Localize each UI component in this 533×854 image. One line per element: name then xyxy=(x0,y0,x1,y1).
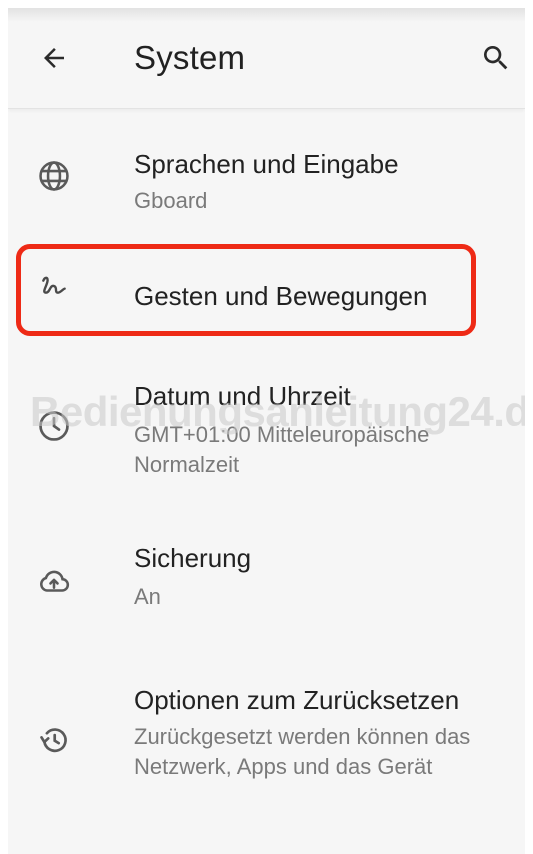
page-title: System xyxy=(134,39,246,76)
globe-icon xyxy=(34,156,74,196)
cloud-upload-icon xyxy=(34,562,74,602)
highlight-frame xyxy=(16,244,476,336)
back-button[interactable] xyxy=(34,38,74,78)
settings-item-reset-options[interactable]: Optionen zum Zurücksetzen Zurückgesetzt … xyxy=(8,670,525,820)
search-button[interactable] xyxy=(476,38,516,78)
item-title: Sprachen und Eingabe xyxy=(134,149,399,179)
app-bar: System xyxy=(8,8,525,109)
item-title: Optionen zum Zurücksetzen xyxy=(134,685,460,715)
item-subtitle: Gboard xyxy=(134,188,208,213)
settings-item-languages[interactable]: Sprachen und Eingabe Gboard xyxy=(8,126,525,236)
item-subtitle: An xyxy=(134,584,161,609)
history-icon xyxy=(34,720,74,760)
watermark: Bedienungsanleitung24.de xyxy=(30,388,525,435)
search-icon xyxy=(480,42,512,74)
arrow-left-icon xyxy=(39,43,69,73)
item-subtitle: Zurückgesetzt werden können das Netzwerk… xyxy=(134,724,471,779)
settings-screen: System Sprachen und Eingabe Gboard Geste… xyxy=(8,8,525,854)
settings-item-backup[interactable]: Sicherung An xyxy=(8,526,525,636)
item-title: Sicherung xyxy=(134,543,252,573)
